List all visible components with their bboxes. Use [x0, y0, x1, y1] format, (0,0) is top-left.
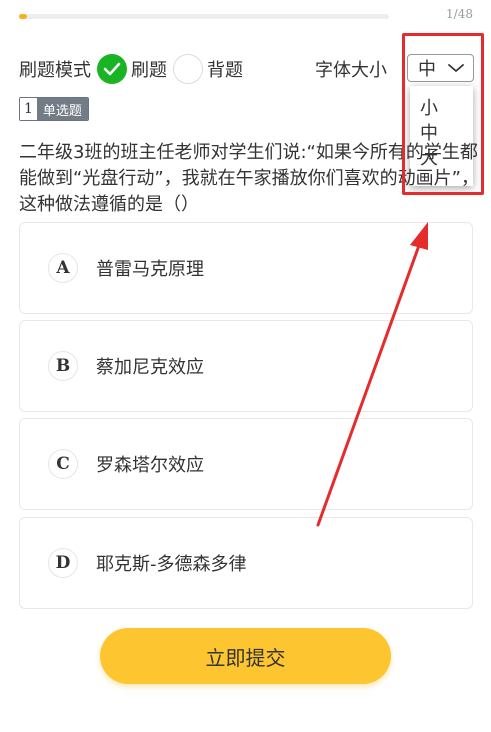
question-type: 单选题: [36, 98, 88, 120]
option-text: 普雷马克原理: [96, 259, 204, 280]
font-size-label: 字体大小: [315, 60, 387, 81]
mode-option-practice-radio[interactable]: [97, 54, 127, 84]
question-number: 1: [20, 98, 37, 120]
progress-bar: [19, 14, 389, 19]
mode-option-memorize-radio[interactable]: [173, 54, 203, 84]
progress-fill: [19, 14, 27, 19]
option-c[interactable]: C 罗森塔尔效应: [19, 418, 473, 510]
mode-option-practice-label[interactable]: 刷题: [131, 56, 167, 82]
progress-counter: 1/48: [446, 7, 473, 21]
option-b[interactable]: B 蔡加尼克效应: [19, 320, 473, 412]
submit-button[interactable]: 立即提交: [100, 628, 391, 684]
option-d[interactable]: D 耶克斯-多德森多律: [19, 517, 473, 609]
option-a[interactable]: A 普雷马克原理: [19, 222, 473, 314]
option-letter: B: [48, 351, 78, 381]
option-letter: A: [48, 253, 78, 283]
chevron-down-icon: [448, 64, 464, 72]
option-text: 耶克斯-多德森多律: [96, 554, 247, 575]
font-size-selected-value: 中: [418, 59, 436, 80]
mode-label: 刷题模式: [19, 60, 91, 81]
font-size-option-small[interactable]: 小: [420, 96, 473, 121]
option-text: 罗森塔尔效应: [96, 455, 204, 476]
question-text: 二年级3班的班主任老师对学生们说:“如果今所有的学生都能做到“光盘行动”，我就在…: [19, 142, 479, 215]
font-size-select[interactable]: 中: [407, 54, 474, 82]
option-text: 蔡加尼克效应: [96, 357, 204, 378]
option-letter: D: [48, 548, 78, 578]
option-letter: C: [48, 449, 78, 479]
mode-option-memorize-label[interactable]: 背题: [207, 56, 243, 82]
mode-selector: 刷题模式 刷题 背题: [19, 52, 249, 86]
check-icon: [103, 62, 121, 76]
question-type-badge: 1 单选题: [19, 97, 89, 121]
